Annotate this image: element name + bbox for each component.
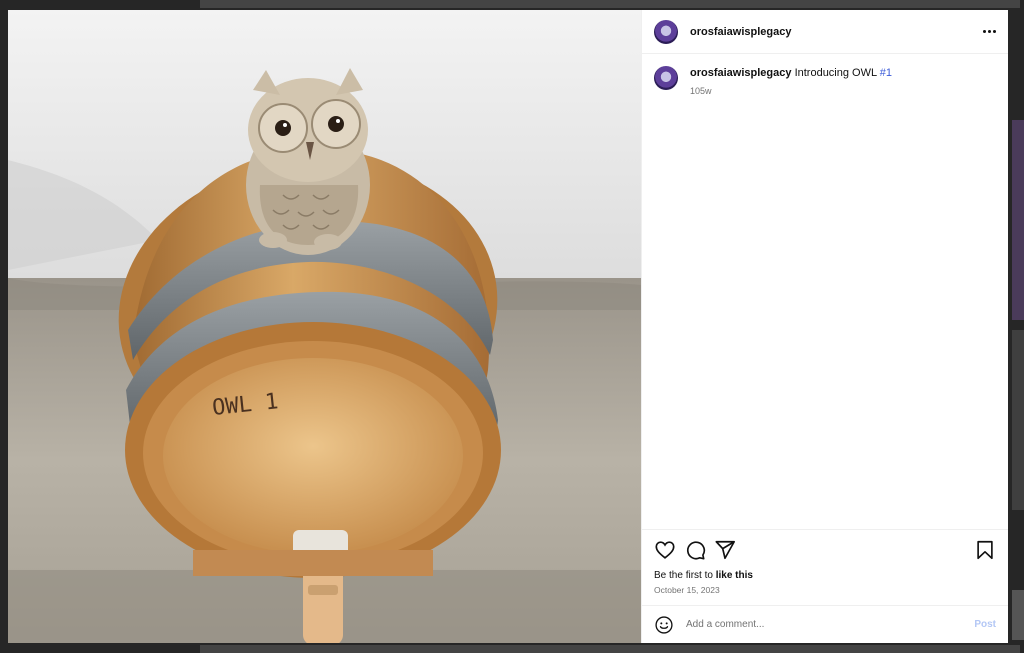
more-options-icon[interactable] [983, 30, 996, 33]
caption-text: Introducing OWL [794, 67, 877, 79]
post-modal: OWL 1 orosfaiawisplegacy orosfaiawispleg… [8, 10, 1008, 643]
post-side-panel: orosfaiawisplegacy orosfaiawisplegacy In… [641, 10, 1008, 643]
caption-body: orosfaiawisplegacy Introducing OWL #1 10… [690, 66, 892, 98]
caption-avatar[interactable] [654, 66, 678, 90]
comment-input[interactable] [684, 618, 975, 631]
post-comment-button[interactable]: Post [974, 619, 996, 630]
bookmark-icon[interactable] [974, 539, 996, 561]
owl-barrel-photo: OWL 1 [8, 10, 641, 643]
hashtag-link[interactable]: #1 [880, 67, 892, 79]
likes-prefix: Be the first to [654, 570, 713, 581]
heart-icon[interactable] [654, 539, 676, 561]
like-this-link[interactable]: like this [716, 570, 753, 581]
background-tile [1012, 590, 1024, 640]
background-tile [1012, 330, 1024, 510]
caption-age[interactable]: 105w [690, 84, 892, 98]
post-date[interactable]: October 15, 2023 [654, 585, 996, 595]
header-username[interactable]: orosfaiawisplegacy [690, 26, 792, 38]
background-tile [200, 645, 1020, 653]
post-header: orosfaiawisplegacy [642, 10, 1008, 54]
background-tile [200, 0, 1020, 8]
emoji-icon[interactable] [654, 615, 674, 635]
post-image[interactable]: OWL 1 [8, 10, 641, 643]
likes-summary: Be the first to like this [654, 570, 996, 581]
caption: orosfaiawisplegacy Introducing OWL #1 10… [654, 66, 996, 98]
background-tile [1012, 120, 1024, 320]
paper-plane-icon[interactable] [714, 539, 736, 561]
caption-username[interactable]: orosfaiawisplegacy [690, 67, 792, 79]
post-actions: Be the first to like this October 15, 20… [642, 529, 1008, 605]
comments-area: orosfaiawisplegacy Introducing OWL #1 10… [642, 54, 1008, 529]
avatar[interactable] [654, 19, 678, 44]
comment-bubble-icon[interactable] [684, 539, 706, 561]
comment-composer: Post [642, 605, 1008, 643]
